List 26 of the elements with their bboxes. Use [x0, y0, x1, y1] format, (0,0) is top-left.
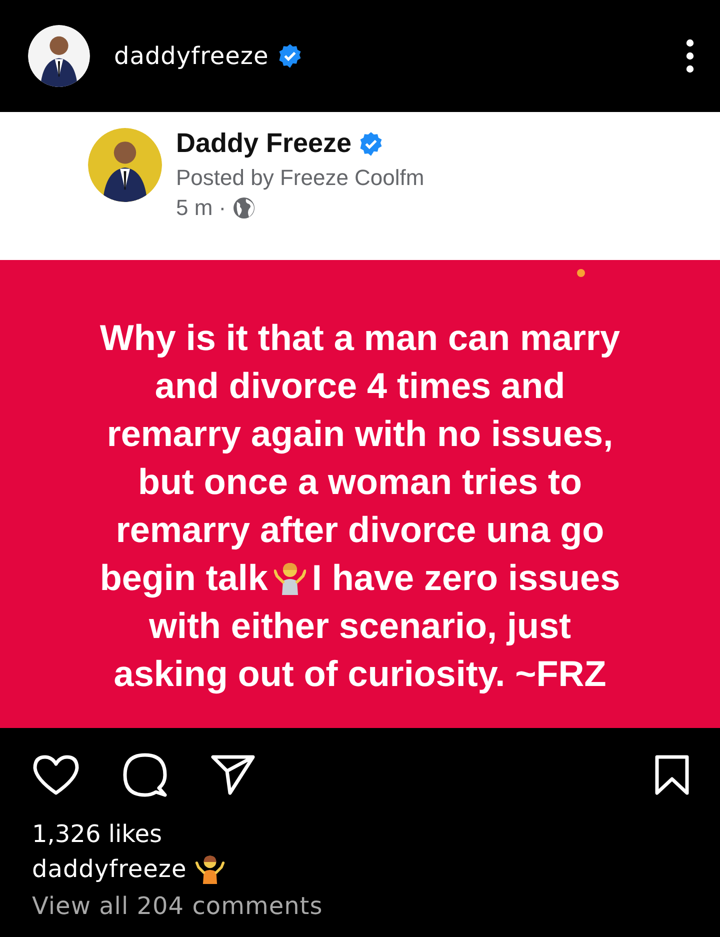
post-text-line: asking out of curiosity. ~FRZ — [114, 652, 606, 696]
shrugging-person-icon — [194, 854, 225, 884]
post-text-line: begin talk — [100, 556, 268, 600]
post-text-line: remarry after divorce una go — [116, 508, 604, 552]
like-heart-icon[interactable] — [32, 754, 80, 796]
view-comments-link[interactable]: View all 204 comments — [32, 892, 690, 920]
shrugging-person-icon — [274, 561, 306, 595]
post-text-line: and divorce 4 times and — [154, 364, 566, 408]
posted-by-text: Posted by Freeze Coolfm — [176, 165, 424, 191]
more-options-icon[interactable] — [686, 39, 694, 73]
post-text-line: with either scenario, just — [148, 604, 572, 648]
status-dot — [577, 269, 585, 277]
author-name[interactable]: Daddy Freeze — [176, 128, 352, 159]
caption-username[interactable]: daddyfreeze — [32, 855, 187, 883]
post-time: 5 m — [176, 195, 213, 221]
post-text-line: but once a woman tries to — [138, 460, 582, 504]
globe-icon — [232, 196, 256, 220]
post-text-line: I have zero issues — [312, 556, 620, 600]
username[interactable]: daddyfreeze — [114, 42, 269, 70]
share-icon[interactable] — [210, 754, 256, 796]
post-text-line: Why is it that a man can marry — [100, 316, 620, 360]
comment-icon[interactable] — [122, 752, 168, 798]
likes-count[interactable]: 1,326 likes — [32, 820, 690, 848]
save-bookmark-icon[interactable] — [654, 754, 690, 796]
post-text-line: remarry again with no issues, — [106, 412, 614, 456]
separator-dot: · — [218, 195, 226, 221]
